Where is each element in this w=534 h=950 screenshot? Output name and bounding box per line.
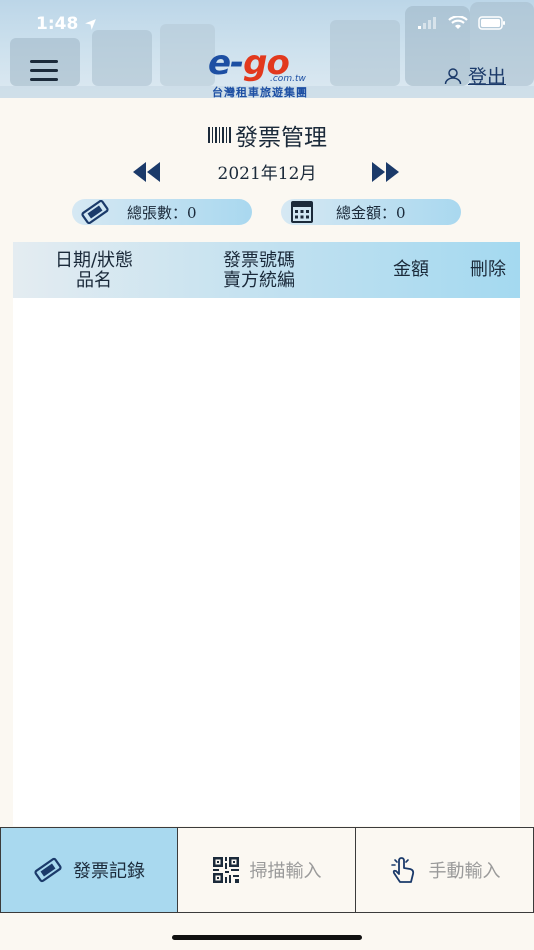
total-amount-text: 總金額：0: [336, 204, 406, 222]
logo-wordmark: e-go: [208, 46, 326, 80]
current-month-label: 2021年12月: [217, 164, 317, 184]
column-header-date-item: 日期/狀態 品名: [35, 251, 153, 291]
user-icon: [444, 67, 462, 84]
battery-icon: [478, 16, 505, 30]
wifi-icon: [448, 16, 468, 29]
barcode-icon: [208, 127, 231, 143]
column-header-delete: 刪除: [470, 259, 506, 280]
column-header-seller-id: 賣方統編: [223, 270, 295, 291]
column-header-invoice-number: 發票號碼: [223, 250, 295, 271]
total-amount-badge: 總金額：0: [281, 199, 461, 225]
page-title: 發票管理: [207, 118, 327, 152]
logo-domain: .com.tw: [270, 74, 306, 84]
calculator-icon: [291, 201, 313, 223]
column-header-item-name: 品名: [76, 270, 112, 291]
total-count-badge: 總張數：0: [72, 199, 252, 225]
tab-manual-input[interactable]: 手動輸入: [356, 827, 534, 913]
column-header-amount: 金額: [393, 259, 429, 280]
invoice-table-header: 日期/狀態 品名 發票號碼 賣方統編 金額 刪除: [13, 242, 520, 298]
location-arrow-icon: [85, 18, 97, 30]
logout-button[interactable]: 登出: [444, 62, 506, 89]
bottom-tab-bar: 發票記錄 掃描輸入 手動輸入: [0, 827, 534, 913]
column-header-date-status: 日期/狀態: [54, 250, 134, 271]
ego-logo: e-go .com.tw 台灣租車旅遊集團: [208, 46, 326, 98]
total-count-text: 總張數：0: [127, 204, 197, 222]
hand-tap-icon: [390, 857, 414, 883]
logout-label: 登出: [467, 66, 506, 88]
status-icons: [418, 16, 506, 30]
tab-scan-input-label: 掃描輸入: [249, 861, 322, 882]
column-header-invoice-seller: 發票號碼 賣方統編: [193, 251, 325, 291]
month-selector: 2021年12月: [0, 157, 534, 187]
ticket-icon: [81, 200, 109, 224]
qr-code-icon: [212, 857, 239, 883]
page-title-row: 發票管理: [0, 118, 534, 152]
status-time-text: 1:48: [36, 14, 79, 34]
next-month-button[interactable]: [370, 161, 400, 183]
tab-manual-input-label: 手動輸入: [428, 861, 501, 882]
ticket-icon: [34, 857, 62, 883]
logo-e: e-: [208, 43, 244, 83]
app-header: 1:48 e-go .com.tw 台灣租車旅遊集團 登出: [0, 0, 534, 98]
tab-invoice-records-label: 發票記錄: [73, 861, 145, 882]
tab-scan-input[interactable]: 掃描輸入: [178, 827, 356, 913]
page-title-text: 發票管理: [235, 125, 327, 151]
status-time: 1:48: [36, 14, 97, 34]
signal-icon: [418, 17, 436, 29]
logo-subtitle: 台灣租車旅遊集團: [212, 86, 308, 98]
tab-invoice-records[interactable]: 發票記錄: [0, 827, 178, 913]
invoice-table-body[interactable]: [13, 298, 520, 826]
hamburger-menu-button[interactable]: [30, 60, 58, 82]
home-indicator[interactable]: [172, 935, 362, 940]
